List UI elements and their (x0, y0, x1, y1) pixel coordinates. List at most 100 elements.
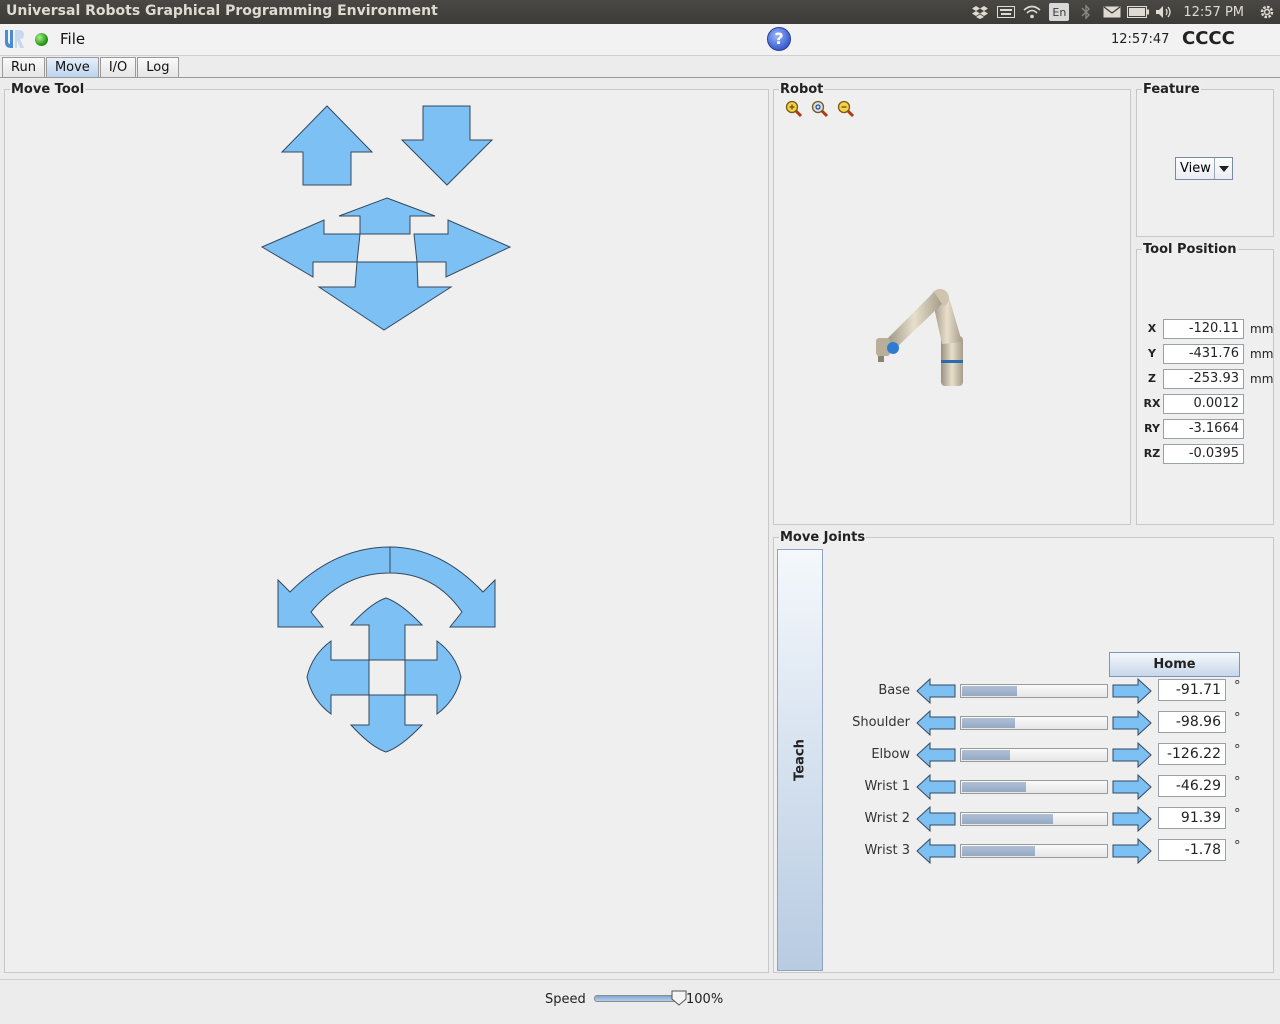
system-tray: En 12:57 PM (967, 0, 1280, 24)
tool-position-rz-field[interactable]: -0.0395 (1163, 444, 1244, 464)
tool-position-row-x: X -120.11 mm (1137, 319, 1275, 339)
tool-position-row-z: Z -253.93 mm (1137, 369, 1275, 389)
rotate-down-arrow[interactable] (349, 694, 424, 753)
rotate-right-arrow[interactable] (404, 640, 462, 715)
rotate-up-arrow[interactable] (349, 597, 424, 661)
system-clock[interactable]: 12:57 PM (1177, 5, 1254, 20)
speed-value: 100% (686, 992, 724, 1007)
joint-position-bar (960, 716, 1108, 730)
joint-row-wrist-2: Wrist 2 91.39 ° (774, 806, 1275, 832)
tool-position-row-rx: RX 0.0012 (1137, 394, 1275, 414)
joint-row-wrist-1: Wrist 1 -46.29 ° (774, 774, 1275, 800)
joint-increase-arrow-icon[interactable] (1112, 710, 1152, 736)
joint-position-bar (960, 684, 1108, 698)
tab-io[interactable]: I/O (99, 57, 137, 78)
bluetooth-icon[interactable] (1073, 0, 1099, 24)
feature-select[interactable]: View (1175, 157, 1233, 180)
joint-decrease-arrow-icon[interactable] (916, 806, 956, 832)
tab-log[interactable]: Log (137, 57, 179, 78)
app-header: File ? 12:57:47 CCCC (0, 24, 1280, 56)
joint-value-field[interactable]: -91.71 (1158, 679, 1226, 701)
keyboard-layout-indicator[interactable]: En (1049, 3, 1070, 21)
tab-move[interactable]: Move (45, 57, 99, 78)
joint-value-field[interactable]: -1.78 (1158, 839, 1226, 861)
zoom-in-icon[interactable] (785, 100, 803, 118)
joint-position-fill (962, 782, 1026, 792)
joint-decrease-arrow-icon[interactable] (916, 678, 956, 704)
joint-increase-arrow-icon[interactable] (1112, 742, 1152, 768)
joint-decrease-arrow-icon[interactable] (916, 742, 956, 768)
joint-value-field[interactable]: -46.29 (1158, 775, 1226, 797)
tool-position-label: Y (1148, 347, 1156, 360)
dropbox-icon[interactable] (967, 0, 993, 24)
tool-position-unit: mm (1250, 322, 1274, 336)
tool-position-label: RX (1143, 397, 1161, 410)
joint-increase-arrow-icon[interactable] (1112, 678, 1152, 704)
mail-icon[interactable] (1099, 0, 1125, 24)
speed-label: Speed (545, 992, 586, 1007)
volume-icon[interactable] (1151, 0, 1177, 24)
tool-position-label: Z (1148, 372, 1156, 385)
zoom-out-icon[interactable] (837, 100, 855, 118)
tool-position-rx-field[interactable]: 0.0012 (1163, 394, 1244, 414)
joint-label: Shoulder (852, 715, 910, 730)
tool-down-arrow[interactable] (400, 105, 494, 186)
joint-increase-arrow-icon[interactable] (1112, 838, 1152, 864)
chevron-down-icon[interactable] (1214, 158, 1232, 179)
tool-position-ry-field[interactable]: -3.1664 (1163, 419, 1244, 439)
system-top-bar: Universal Robots Graphical Programming E… (0, 0, 1280, 24)
wifi-icon[interactable] (1019, 0, 1045, 24)
joint-row-base: Base -91.71 ° (774, 678, 1275, 704)
feature-selected-value: View (1180, 161, 1211, 176)
tool-position-x-field[interactable]: -120.11 (1163, 319, 1244, 339)
zoom-reset-icon[interactable] (811, 100, 829, 118)
robot-status-indicator (35, 33, 48, 46)
home-button[interactable]: Home (1109, 652, 1240, 677)
joint-increase-arrow-icon[interactable] (1112, 774, 1152, 800)
move-joints-title: Move Joints (779, 530, 867, 545)
battery-icon[interactable] (1125, 0, 1151, 24)
joint-value-field[interactable]: 91.39 (1158, 807, 1226, 829)
power-gear-icon[interactable] (1254, 0, 1280, 24)
move-tool-panel: Move Tool (4, 83, 769, 973)
tool-position-row-rz: RZ -0.0395 (1137, 444, 1275, 464)
speed-slider-thumb[interactable] (671, 990, 687, 1006)
joint-position-fill (962, 846, 1035, 856)
joint-value-field[interactable]: -126.22 (1158, 743, 1226, 765)
tool-backward-arrow[interactable] (317, 261, 453, 331)
file-menu[interactable]: File (60, 30, 85, 48)
joint-decrease-arrow-icon[interactable] (916, 710, 956, 736)
joint-decrease-arrow-icon[interactable] (916, 838, 956, 864)
footer-divider (0, 979, 1280, 980)
tool-left-arrow[interactable] (260, 219, 361, 278)
joint-label: Elbow (871, 747, 910, 762)
joint-unit: ° (1234, 679, 1241, 694)
feature-title: Feature (1142, 82, 1201, 97)
tool-position-y-field[interactable]: -431.76 (1163, 344, 1244, 364)
tab-run[interactable]: Run (2, 57, 45, 78)
tool-position-z-field[interactable]: -253.93 (1163, 369, 1244, 389)
robot-title: Robot (779, 82, 825, 97)
joint-position-fill (962, 750, 1010, 760)
move-tool-arrows (260, 105, 512, 753)
tab-divider (0, 77, 1280, 78)
joint-row-wrist-3: Wrist 3 -1.78 ° (774, 838, 1275, 864)
tool-up-arrow[interactable] (280, 105, 374, 186)
rotate-left-arrow[interactable] (306, 640, 370, 715)
joint-value-field[interactable]: -98.96 (1158, 711, 1226, 733)
robot-arm-3d-view[interactable] (872, 286, 972, 390)
joint-increase-arrow-icon[interactable] (1112, 806, 1152, 832)
joint-row-shoulder: Shoulder -98.96 ° (774, 710, 1275, 736)
help-button[interactable]: ? (767, 27, 791, 51)
joint-label: Wrist 3 (864, 843, 911, 858)
joint-label: Wrist 2 (864, 811, 911, 826)
tool-forward-arrow[interactable] (338, 197, 436, 235)
feature-panel: Feature View (1136, 83, 1274, 237)
robot-name: CCCC (1182, 28, 1235, 49)
header-time: 12:57:47 (1111, 32, 1170, 47)
window-title: Universal Robots Graphical Programming E… (6, 3, 438, 19)
tool-right-arrow[interactable] (413, 219, 512, 278)
tool-position-title: Tool Position (1142, 242, 1238, 257)
keyboard-icon[interactable] (993, 0, 1019, 24)
joint-decrease-arrow-icon[interactable] (916, 774, 956, 800)
